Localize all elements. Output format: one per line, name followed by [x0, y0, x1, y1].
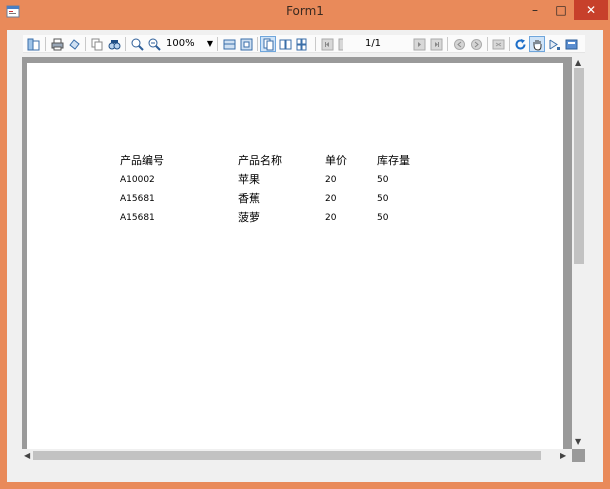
toolbar-separator: [315, 37, 316, 51]
document-map-icon: [27, 38, 39, 50]
column-header: 产品名称: [238, 154, 282, 167]
stop-button[interactable]: [490, 36, 506, 52]
column-header: 库存量: [377, 154, 410, 167]
back-button[interactable]: [451, 36, 467, 52]
zoom-in-button[interactable]: [129, 36, 145, 52]
scroll-up-icon[interactable]: ▲: [575, 58, 581, 68]
table-cell: 菠萝: [238, 211, 260, 224]
title-bar[interactable]: Form1 – □ ✕: [0, 0, 610, 24]
whole-page-button[interactable]: [238, 36, 254, 52]
annotations-button[interactable]: [546, 36, 562, 52]
back-icon: [453, 38, 465, 50]
maximize-icon: □: [555, 3, 567, 17]
page-indicator: 1/1: [364, 38, 382, 49]
print-button[interactable]: [49, 36, 65, 52]
table-cell: 香蕉: [238, 192, 260, 205]
scroll-left-icon[interactable]: ◀: [24, 451, 30, 461]
toolbar-separator: [447, 37, 448, 51]
next-page-button[interactable]: [411, 36, 427, 52]
table-cell: A10002: [120, 175, 155, 185]
window-title: Form1: [286, 4, 324, 18]
toolbar-separator: [217, 37, 218, 51]
find-button[interactable]: [106, 36, 122, 52]
page-setup-icon: [68, 38, 80, 50]
table-cell: 苹果: [238, 173, 260, 186]
multiple-pages-dropdown[interactable]: [294, 36, 310, 52]
hand-tool-icon: [533, 39, 541, 51]
document-map-button[interactable]: [25, 36, 41, 52]
last-page-button[interactable]: [428, 36, 444, 52]
table-cell: 20: [325, 213, 337, 223]
first-page-button[interactable]: [319, 36, 335, 52]
export-button[interactable]: [563, 36, 579, 52]
multi-page-view-icon: [279, 39, 291, 49]
single-page-view-icon: [263, 38, 273, 50]
multi-page-view-button[interactable]: [277, 36, 293, 52]
table-cell: 50: [377, 194, 389, 204]
zoom-out-button[interactable]: [146, 36, 162, 52]
vertical-scrollbar[interactable]: ▲ ▼: [572, 57, 586, 449]
zoom-dropdown[interactable]: 100% ▼: [163, 36, 215, 52]
report-toolbar: 100% ▼ 1/1: [23, 35, 585, 53]
refresh-button[interactable]: [512, 36, 528, 52]
close-icon: ✕: [585, 3, 597, 17]
table-cell: 20: [325, 194, 337, 204]
toolbar-separator: [487, 37, 488, 51]
column-header: 产品编号: [120, 154, 164, 167]
one-page-button[interactable]: [221, 36, 237, 52]
zoom-in-icon: [131, 38, 144, 51]
page-setup-button[interactable]: [66, 36, 82, 52]
print-icon: [51, 38, 63, 50]
vertical-scroll-thumb[interactable]: [574, 68, 584, 264]
stop-icon: [492, 39, 504, 49]
report-page: 产品编号 产品名称 单价 库存量 A10002 苹果 20 50 A15681 …: [27, 63, 563, 461]
first-page-icon: [321, 38, 333, 50]
annotations-icon: [549, 39, 560, 50]
application-window: Form1 – □ ✕ 100% ▼ 1/1 产品编号 产品名称 单价 库存量 …: [0, 0, 610, 489]
refresh-icon: [515, 38, 525, 49]
forward-icon: [470, 38, 482, 50]
table-cell: 50: [377, 175, 389, 185]
zoom-out-icon: [148, 38, 161, 51]
scroll-right-icon[interactable]: ▶: [560, 451, 566, 461]
table-cell: 20: [325, 175, 337, 185]
scroll-down-icon[interactable]: ▼: [575, 437, 581, 447]
minimize-icon: –: [532, 3, 538, 17]
next-page-icon: [413, 38, 425, 50]
chevron-down-icon: ▼: [206, 39, 213, 48]
find-icon: [108, 39, 120, 49]
toolbar-separator: [509, 37, 510, 51]
toolbar-separator: [125, 37, 126, 51]
close-button[interactable]: ✕: [574, 0, 608, 20]
minimize-button[interactable]: –: [522, 0, 548, 20]
toolbar-separator: [257, 37, 258, 51]
table-cell: A15681: [120, 194, 155, 204]
maximize-button[interactable]: □: [548, 0, 574, 20]
column-header: 单价: [325, 154, 347, 167]
copy-icon: [91, 38, 102, 50]
horizontal-scrollbar[interactable]: ◀ ▶: [22, 449, 572, 462]
toolbar-separator: [45, 37, 46, 51]
multiple-pages-dropdown-icon: [296, 38, 306, 50]
toolbar-separator: [85, 37, 86, 51]
horizontal-scroll-thumb[interactable]: [33, 451, 541, 460]
whole-page-icon: [240, 38, 252, 50]
table-cell: A15681: [120, 213, 155, 223]
forward-button[interactable]: [468, 36, 484, 52]
table-cell: 50: [377, 213, 389, 223]
hand-tool-button[interactable]: [529, 36, 545, 52]
preview-area: 产品编号 产品名称 单价 库存量 A10002 苹果 20 50 A15681 …: [22, 57, 585, 462]
single-page-view-button[interactable]: [260, 36, 276, 52]
copy-button[interactable]: [89, 36, 105, 52]
zoom-value: 100%: [166, 38, 195, 49]
last-page-icon: [430, 38, 442, 50]
report-viewer: 100% ▼ 1/1 产品编号 产品名称 单价 库存量 A10002 苹果 20…: [7, 30, 603, 482]
one-page-icon: [223, 39, 235, 49]
export-icon: [565, 39, 577, 49]
page-number-input[interactable]: 1/1: [343, 36, 403, 52]
